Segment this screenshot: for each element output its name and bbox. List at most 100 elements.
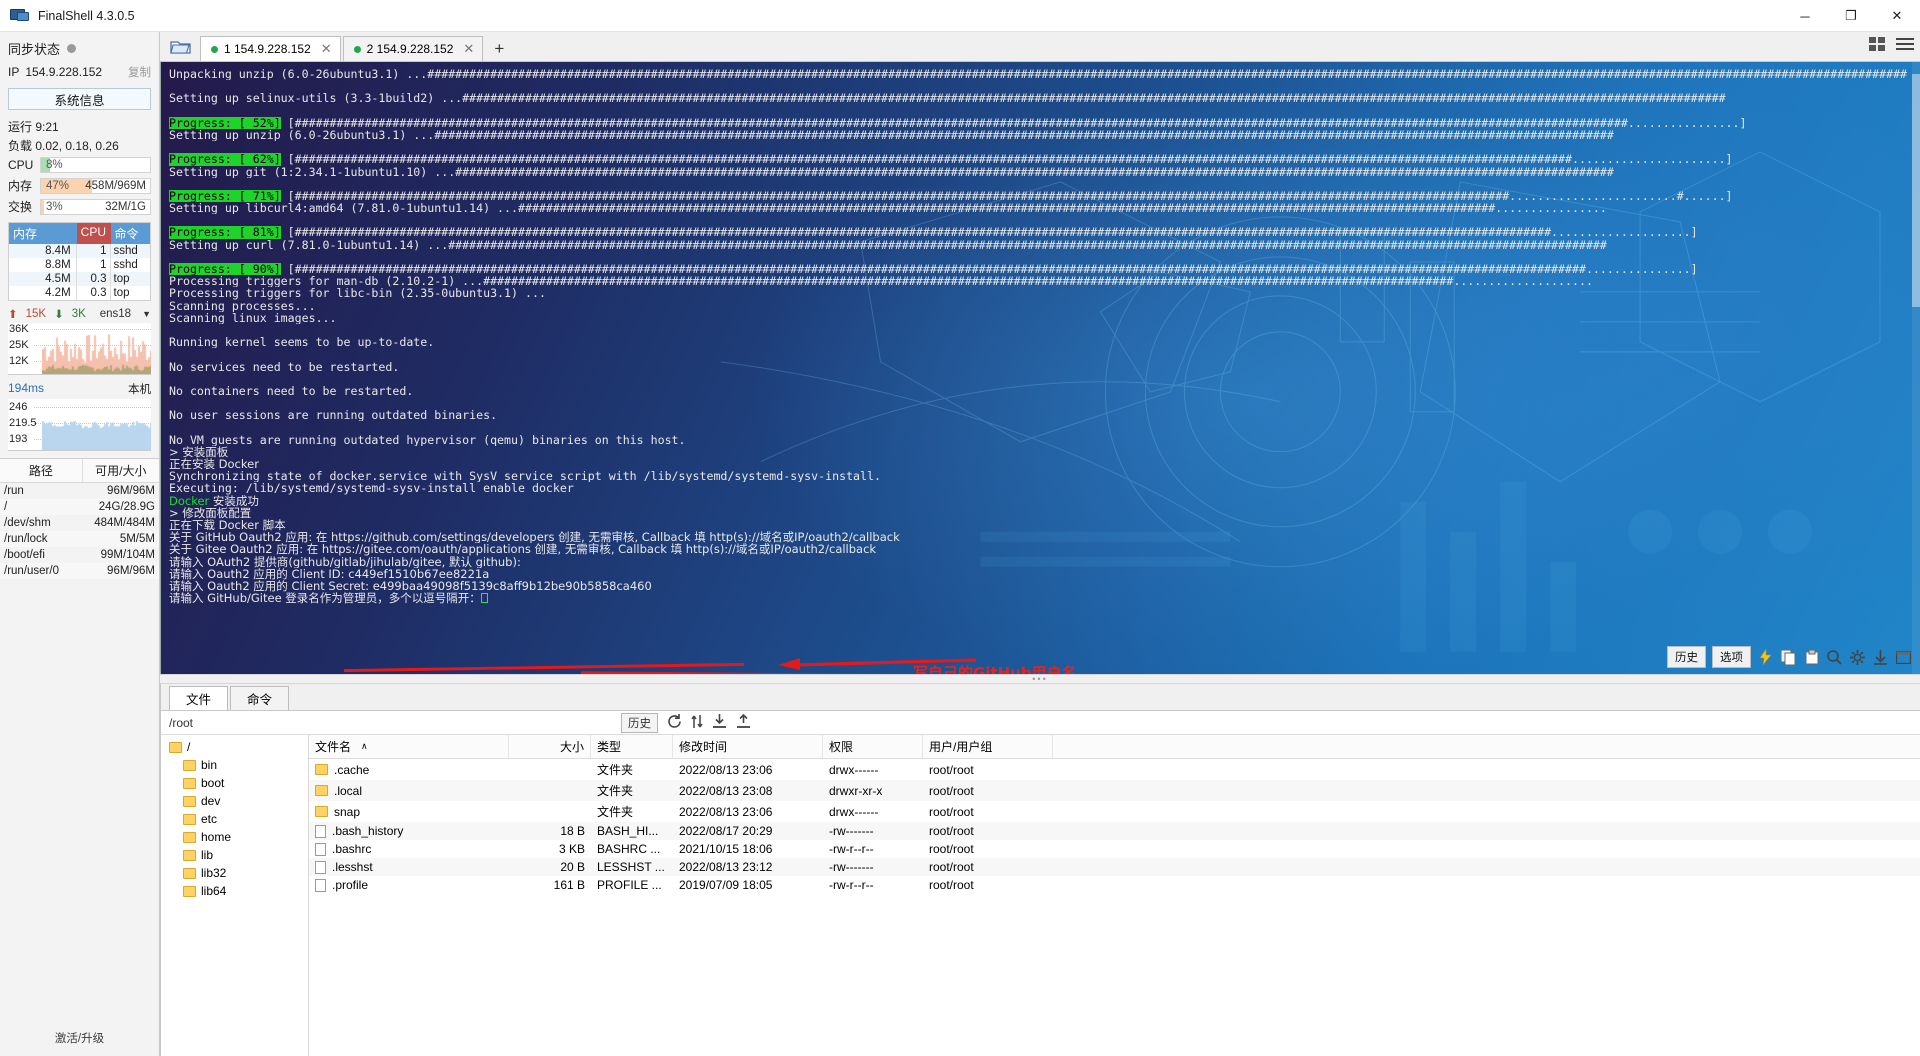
file-permissions: drwx------ [829, 762, 879, 777]
terminal-history-button[interactable]: 历史 [1667, 646, 1706, 668]
session-tab[interactable]: 1 154.9.228.152 ✕ [200, 36, 341, 61]
col-permissions[interactable]: 权限 [823, 735, 923, 758]
tree-node[interactable]: boot [161, 774, 308, 792]
disk-col-path[interactable]: 路径 [0, 459, 83, 482]
tree-node[interactable]: / [161, 738, 308, 756]
process-row[interactable]: 4.2M 0.3 top [9, 286, 150, 300]
close-button[interactable]: ✕ [1874, 0, 1920, 32]
col-size[interactable]: 大小 [509, 735, 591, 758]
process-row[interactable]: 4.5M 0.3 top [9, 272, 150, 286]
folder-open-icon[interactable] [160, 32, 200, 61]
col-filename[interactable]: 文件名 ∧ [309, 735, 509, 758]
file-name-text: snap [334, 804, 361, 819]
terminal-toolbar: 历史 选项 [1667, 646, 1912, 668]
folder-icon [183, 777, 196, 789]
disk-row[interactable]: /run/user/0 96M/96M [0, 563, 159, 579]
folder-icon [183, 885, 196, 897]
meter-amount: 32M/1G [105, 200, 146, 213]
current-path[interactable]: /root [169, 716, 193, 730]
terminal-scrollbar-thumb[interactable] [1912, 74, 1920, 307]
new-tab-button[interactable]: + [485, 39, 513, 61]
paste-icon[interactable] [1803, 649, 1820, 666]
file-row[interactable]: .bashrc 3 KB BASHRC ... 2021/10/15 18:06 -rw… [309, 840, 1920, 858]
process-col-mem[interactable]: 内存 [9, 223, 77, 244]
copy-ip-button[interactable]: 复制 [128, 64, 151, 80]
session-tab-bar: 1 154.9.228.152 ✕ 2 154.9.228.152 ✕ + [160, 32, 1920, 62]
file-name-text: .bashrc [332, 842, 372, 856]
hamburger-icon[interactable] [1896, 37, 1914, 56]
file-row[interactable]: .local 文件夹 2022/08/13 23:08 drwxr-xr-x root/… [309, 780, 1920, 801]
terminal-output[interactable]: Unpacking unzip (6.0-26ubuntu3.1) ...###… [161, 62, 1920, 674]
system-info-button[interactable]: 系统信息 [8, 88, 151, 110]
panel-splitter[interactable]: ••• [160, 674, 1920, 684]
process-col-cpu[interactable]: CPU [76, 223, 111, 244]
file-panel-tab[interactable]: 文件 [169, 686, 229, 710]
network-graph-panel: ⬆ 15K ⬇ 3K ens18 ▼ 36K 25K 12K [8, 307, 151, 375]
meter-bar: 47% 458M/969M [40, 177, 151, 194]
copy-icon[interactable] [1780, 649, 1797, 666]
terminal-options-button[interactable]: 选项 [1712, 646, 1751, 668]
file-manager-panel: 文件 命令 /root 历史 / bin boot dev etc home lib lib32… [160, 684, 1920, 1056]
disk-row[interactable]: /dev/shm 484M/484M [0, 515, 159, 531]
maximize-button[interactable]: ❐ [1828, 0, 1874, 32]
net-interface-label[interactable]: ens18 [100, 308, 131, 320]
disk-row[interactable]: /run/lock 5M/5M [0, 531, 159, 547]
download-file-icon[interactable] [712, 713, 727, 732]
chevron-down-icon[interactable]: ▼ [142, 309, 151, 319]
latency-target-label[interactable]: 本机 [128, 381, 151, 397]
refresh-icon[interactable] [667, 713, 682, 732]
file-panel-tab[interactable]: 命令 [230, 686, 290, 710]
file-name: .cache [309, 761, 509, 779]
right-pane: 1 154.9.228.152 ✕ 2 154.9.228.152 ✕ + Un… [160, 32, 1920, 1056]
disk-path: /run/lock [4, 533, 48, 545]
tree-node-label: lib64 [201, 884, 227, 898]
terminal-line: No services need to be restarted. [169, 360, 400, 373]
col-owner[interactable]: 用户/用户组 [923, 735, 1053, 758]
col-mtime[interactable]: 修改时间 [673, 735, 823, 758]
close-icon[interactable]: ✕ [463, 41, 474, 57]
process-table-header: 内存 CPU 命令 [9, 223, 150, 244]
file-row[interactable]: snap 文件夹 2022/08/13 23:06 drwx------ root/ro… [309, 801, 1920, 822]
file-row[interactable]: .profile 161 B PROFILE ... 2019/07/09 18:05… [309, 876, 1920, 894]
file-row[interactable]: .cache 文件夹 2022/08/13 23:06 drwx------ root/… [309, 759, 1920, 780]
file-history-button[interactable]: 历史 [621, 712, 658, 733]
folder-icon [183, 831, 196, 843]
terminal-line: Running kernel seems to be up-to-date. [169, 336, 435, 349]
download-icon[interactable] [1872, 649, 1889, 666]
window-icon[interactable] [1895, 649, 1912, 666]
sort-icon[interactable] [691, 714, 703, 732]
file-owner: root/root [929, 824, 974, 838]
tree-node[interactable]: etc [161, 810, 308, 828]
tree-node[interactable]: lib64 [161, 882, 308, 900]
disk-row[interactable]: / 24G/28.9G [0, 499, 159, 515]
process-row[interactable]: 8.4M 1 sshd [9, 244, 150, 258]
process-col-cmd[interactable]: 命令 [110, 223, 150, 244]
close-icon[interactable]: ✕ [321, 41, 332, 57]
gear-icon[interactable] [1849, 649, 1866, 666]
minimize-button[interactable]: ─ [1782, 0, 1828, 32]
disk-row[interactable]: /boot/efi 99M/104M [0, 547, 159, 563]
upload-file-icon[interactable] [736, 713, 751, 732]
process-row[interactable]: 8.8M 1 sshd [9, 258, 150, 272]
uptime-row: 运行 9:21 [0, 117, 159, 136]
tree-node[interactable]: dev [161, 792, 308, 810]
grid-icon[interactable] [1869, 37, 1886, 56]
tree-node[interactable]: lib32 [161, 864, 308, 882]
tree-node[interactable]: bin [161, 756, 308, 774]
tree-node[interactable]: lib [161, 846, 308, 864]
search-icon[interactable] [1826, 649, 1843, 666]
col-type[interactable]: 类型 [591, 735, 673, 758]
terminal-scrollbar[interactable] [1912, 62, 1920, 674]
file-row[interactable]: .bash_history 18 B BASH_HI... 2022/08/17 20… [309, 822, 1920, 840]
session-tab[interactable]: 2 154.9.228.152 ✕ [342, 36, 484, 61]
disk-row[interactable]: /run 96M/96M [0, 483, 159, 499]
terminal-area[interactable]: Unpacking unzip (6.0-26ubuntu3.1) ...###… [160, 62, 1920, 674]
disk-col-size[interactable]: 可用/大小 [83, 459, 159, 482]
activate-upgrade-link[interactable]: 激活/升级 [0, 1024, 159, 1056]
lightning-icon[interactable] [1757, 649, 1774, 666]
file-row[interactable]: .lesshst 20 B LESSHST ... 2022/08/13 23:12 -… [309, 858, 1920, 876]
process-cpu: 0.3 [77, 272, 111, 286]
file-permissions: -rw-r--r-- [829, 878, 874, 892]
tree-node[interactable]: home [161, 828, 308, 846]
